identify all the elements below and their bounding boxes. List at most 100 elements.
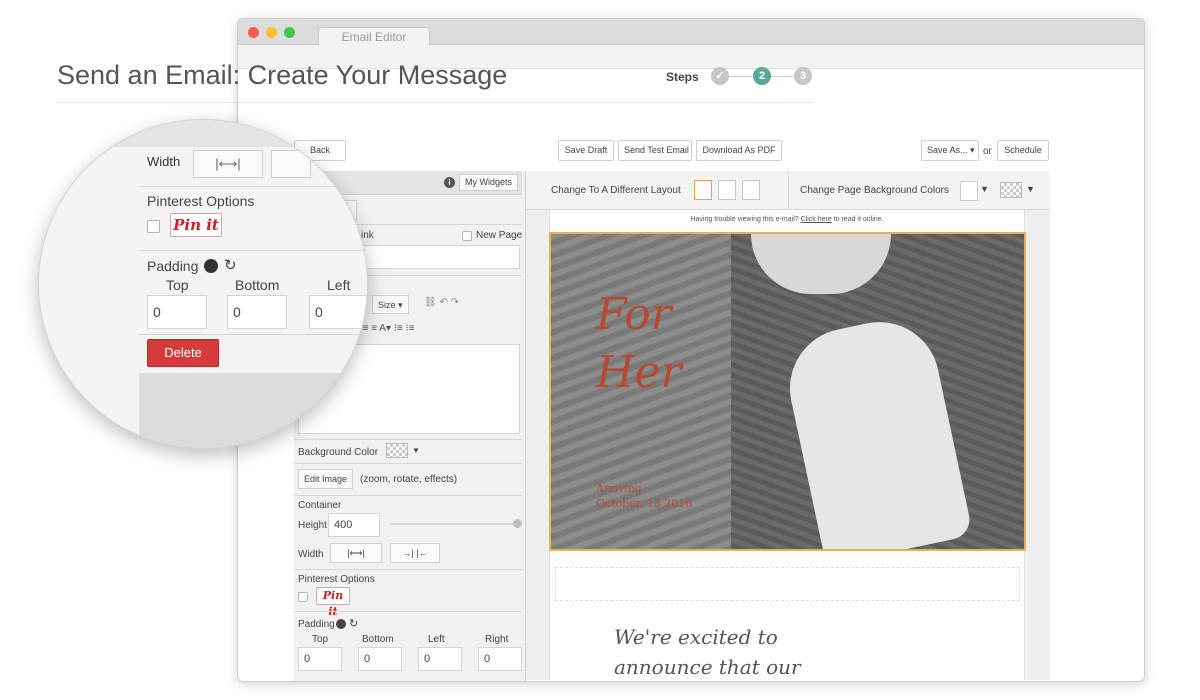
- padding-bottom-label: Bottom: [235, 277, 280, 293]
- width-label: Width: [298, 549, 324, 560]
- maximize-window-button[interactable]: [284, 27, 295, 38]
- width-label: Width: [147, 154, 181, 169]
- divider: [139, 186, 367, 187]
- email-body-text[interactable]: We're excited to announce that our: [614, 622, 914, 682]
- layout-single-icon[interactable]: [694, 180, 712, 200]
- padding-label: Padding: [147, 258, 199, 274]
- page-bg-pattern-swatch[interactable]: [1000, 182, 1022, 198]
- tab-email-editor[interactable]: Email Editor: [318, 27, 430, 46]
- step-connector: [771, 76, 794, 77]
- info-icon[interactable]: i: [444, 177, 455, 188]
- zoom-magnifier: Width |⟷| Pinterest Options Pin it Paddi…: [38, 119, 368, 449]
- chevron-down-icon[interactable]: ▼: [980, 184, 989, 194]
- body-line2: announce that our: [614, 655, 801, 679]
- pinterest-options-label: Pinterest Options: [298, 574, 375, 585]
- step-2-current[interactable]: 2: [753, 67, 771, 85]
- background-color-swatch[interactable]: [386, 443, 408, 458]
- hero-subtitle: Arriving October, 18 2016: [596, 481, 692, 511]
- full-width-button[interactable]: |⟷|: [330, 543, 382, 563]
- page-bg-color-swatch[interactable]: [960, 181, 978, 201]
- height-label: Height: [298, 520, 327, 531]
- padding-bottom-input[interactable]: 0: [358, 647, 402, 671]
- magnifier-lower-panel: [139, 373, 367, 448]
- new-page-label: New Page: [476, 230, 523, 241]
- edit-image-button[interactable]: Edit Image: [298, 469, 354, 489]
- padding-left-label: Left: [428, 634, 445, 645]
- change-layout-label: Change To A Different Layout: [551, 185, 681, 196]
- title-bar: Email Editor: [238, 19, 1144, 46]
- send-test-email-button[interactable]: Send Test Email: [618, 140, 692, 161]
- layout-two-column-icon[interactable]: [718, 180, 736, 200]
- slider-handle[interactable]: [513, 519, 522, 528]
- height-input[interactable]: 400: [328, 513, 380, 537]
- toolbar-divider: [788, 171, 789, 210]
- minus-circle-icon[interactable]: [204, 259, 218, 273]
- arriving-label: Arriving: [596, 482, 642, 495]
- divider: [139, 250, 367, 251]
- padding-right-input[interactable]: 0: [478, 647, 522, 671]
- body-line1: We're excited to: [614, 625, 778, 649]
- padding-left-input[interactable]: 0: [309, 295, 367, 329]
- hero-title-line1: For: [596, 289, 672, 340]
- view-online-link[interactable]: Click here: [801, 216, 832, 223]
- fit-width-button[interactable]: →| |←: [390, 543, 440, 563]
- save-draft-button[interactable]: Save Draft: [558, 140, 614, 161]
- chevron-down-icon[interactable]: ▼: [1026, 184, 1035, 194]
- close-window-button[interactable]: [248, 27, 259, 38]
- spacer-block[interactable]: [555, 567, 1020, 601]
- title-divider: [57, 102, 813, 103]
- hero-title-line2: Her: [596, 347, 682, 398]
- divider: [294, 495, 522, 496]
- padding-top-label: Top: [312, 634, 329, 645]
- pin-it-button[interactable]: Pin it: [170, 213, 222, 237]
- padding-bottom-label: Bottom: [362, 634, 394, 645]
- padding-label: Padding: [298, 619, 335, 630]
- save-as-dropdown[interactable]: Save As... ▾: [921, 140, 979, 161]
- reset-icon[interactable]: ↻: [349, 617, 358, 630]
- pinterest-checkbox[interactable]: [147, 220, 160, 233]
- divider: [294, 611, 522, 612]
- full-width-button[interactable]: |⟷|: [193, 150, 263, 178]
- my-widgets-button[interactable]: My Widgets: [459, 174, 519, 191]
- trouble-text: Having trouble viewing this e-mail?: [690, 216, 799, 223]
- padding-top-input[interactable]: 0: [147, 295, 207, 329]
- hero-image[interactable]: For Her Arriving October, 18 2016: [549, 232, 1026, 551]
- delete-button[interactable]: Delete: [147, 339, 219, 367]
- divider: [294, 569, 522, 570]
- padding-top-label: Top: [166, 277, 189, 293]
- pinterest-checkbox[interactable]: [298, 592, 308, 602]
- minus-circle-icon[interactable]: [336, 619, 346, 629]
- arrival-date: October, 18 2016: [596, 497, 693, 510]
- view-online-notice: Having trouble viewing this e-mail? Clic…: [549, 216, 1025, 223]
- divider: [294, 463, 522, 464]
- reset-icon[interactable]: ↻: [224, 256, 237, 274]
- padding-top-input[interactable]: 0: [298, 647, 342, 671]
- or-label: or: [983, 146, 992, 157]
- edit-image-hint: (zoom, rotate, effects): [360, 474, 458, 485]
- height-slider[interactable]: [390, 523, 514, 525]
- padding-left-label: Left: [327, 277, 351, 293]
- step-1-complete[interactable]: ✓: [711, 67, 729, 85]
- minimize-window-button[interactable]: [266, 27, 277, 38]
- step-3[interactable]: 3: [794, 67, 812, 85]
- divider: [139, 334, 367, 335]
- layout-sidebar-icon[interactable]: [742, 180, 760, 200]
- fit-width-button[interactable]: [271, 150, 311, 178]
- chevron-down-icon[interactable]: ▼: [412, 446, 420, 455]
- download-pdf-button[interactable]: Download As PDF: [696, 140, 782, 161]
- pin-it-button[interactable]: Pin it: [316, 587, 350, 618]
- step-connector: [729, 76, 753, 77]
- padding-bottom-input[interactable]: 0: [227, 295, 287, 329]
- editor-toolbar: Change To A Different Layout Change Page…: [526, 171, 1050, 210]
- steps-label: Steps: [666, 70, 699, 84]
- link-tool-icon[interactable]: ⛓ ↶ ↷: [424, 297, 459, 308]
- padding-left-input[interactable]: 0: [418, 647, 462, 671]
- hero-title: For Her: [596, 286, 681, 402]
- change-background-label: Change Page Background Colors: [800, 185, 949, 196]
- schedule-button[interactable]: Schedule: [997, 140, 1049, 161]
- magnifier-header-strip: [39, 120, 367, 147]
- font-size-select[interactable]: Size ▾: [372, 295, 409, 314]
- container-label: Container: [298, 500, 342, 511]
- new-page-checkbox[interactable]: [462, 231, 472, 241]
- padding-right-label: Right: [485, 634, 509, 645]
